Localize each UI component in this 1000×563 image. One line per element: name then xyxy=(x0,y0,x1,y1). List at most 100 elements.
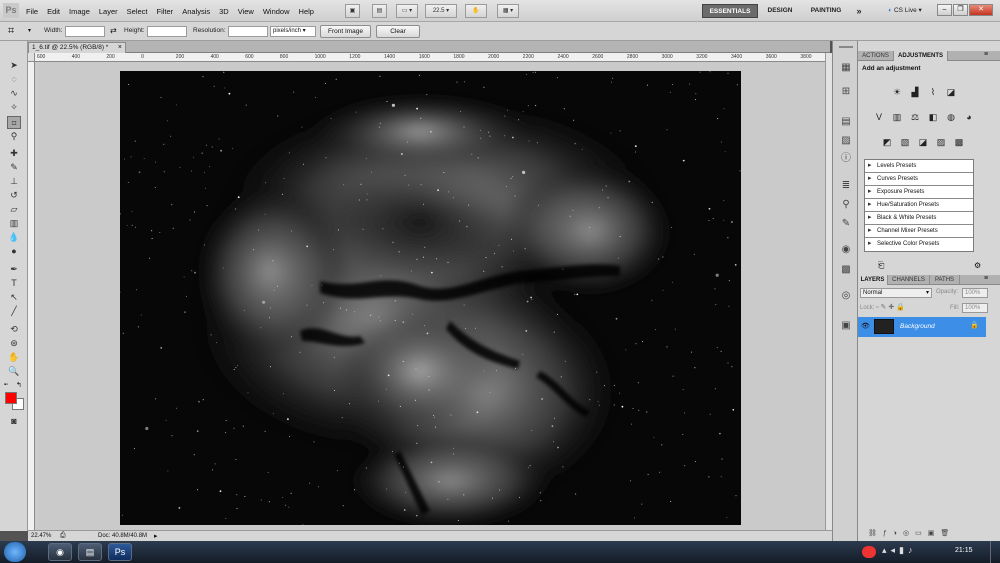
clone-source-icon[interactable]: ⚲ xyxy=(839,198,853,211)
system-tray-icons[interactable]: ▴◂▮♪ xyxy=(882,545,917,556)
return-to-list-icon[interactable]: ⎗ xyxy=(878,261,884,271)
crop-tool-icon[interactable]: ⌗ xyxy=(7,116,21,129)
menu-layer[interactable]: Layer xyxy=(99,7,118,16)
workspace-painting[interactable]: PAINTING xyxy=(805,4,847,18)
workspace-essentials[interactable]: ESSENTIALS xyxy=(702,4,758,18)
blend-mode-select[interactable]: Normal ▾ xyxy=(860,288,932,298)
preset-channel-mixer[interactable]: Channel Mixer Presets xyxy=(865,225,973,238)
tray-alert-icon[interactable] xyxy=(862,546,876,558)
marquee-tool-icon[interactable]: ◌ xyxy=(7,73,21,86)
threshold-icon[interactable]: ◪ xyxy=(916,136,930,148)
history-brush-tool-icon[interactable]: ↺ xyxy=(7,189,21,202)
exposure-icon[interactable]: ◪ xyxy=(944,86,958,98)
masks-icon[interactable]: ◎ xyxy=(839,289,853,302)
minimize-button[interactable]: – xyxy=(937,4,952,16)
default-colors-icon[interactable]: ▪▫ xyxy=(4,382,8,388)
channel-mixer-icon[interactable]: ◕ xyxy=(962,111,976,123)
close-button[interactable]: ✕ xyxy=(969,4,993,16)
menu-edit[interactable]: Edit xyxy=(47,7,60,16)
navigator-icon[interactable]: ⊞ xyxy=(839,85,853,98)
menu-select[interactable]: Select xyxy=(127,7,148,16)
taskbar-clock[interactable]: 21:15 xyxy=(955,547,973,554)
info-icon[interactable]: ⓘ xyxy=(839,152,853,165)
color-balance-icon[interactable]: ⚖ xyxy=(908,111,922,123)
levels-icon[interactable]: ▟ xyxy=(908,86,922,98)
line-tool-icon[interactable]: ╱ xyxy=(7,305,21,318)
tool-preset-dropdown[interactable]: ▾ xyxy=(28,27,31,34)
bridge-button[interactable]: ▣ xyxy=(345,4,360,18)
tab-layers[interactable]: LAYERS xyxy=(858,275,888,285)
resolution-units-select[interactable]: pixels/inch ▾ xyxy=(270,26,316,37)
blur-tool-icon[interactable]: 💧 xyxy=(7,231,21,244)
eyedropper-tool-icon[interactable]: ⚲ xyxy=(7,130,21,143)
canvas-area[interactable] xyxy=(35,62,830,530)
quick-selection-tool-icon[interactable]: ✧ xyxy=(7,101,21,114)
menu-3d[interactable]: 3D xyxy=(219,7,229,16)
image-icon[interactable]: ▨ xyxy=(839,134,853,147)
tab-actions[interactable]: ACTIONS xyxy=(858,51,894,61)
status-menu-icon[interactable]: ⎙ xyxy=(60,532,66,540)
menu-help[interactable]: Help xyxy=(299,7,314,16)
hue-saturation-icon[interactable]: ▥ xyxy=(890,111,904,123)
curves-icon[interactable]: ⌇ xyxy=(926,86,940,98)
adjustments-options-icon[interactable]: ⚙ xyxy=(974,261,981,270)
tab-adjustments[interactable]: ADJUSTMENTS xyxy=(894,51,948,61)
zoom-tool-icon[interactable]: 🔍 xyxy=(7,365,21,378)
menu-filter[interactable]: Filter xyxy=(157,7,174,16)
preset-levels[interactable]: Levels Presets xyxy=(865,160,973,173)
layers-footer-icons[interactable]: ⛓ƒ◑◎▭▣🗑 xyxy=(868,529,955,537)
preset-selective-color[interactable]: Selective Color Presets xyxy=(865,238,973,251)
close-tab-icon[interactable]: × xyxy=(118,43,122,53)
styles-icon[interactable]: ▣ xyxy=(839,319,853,332)
view-extras-button[interactable]: ▭ ▾ xyxy=(396,4,418,18)
workspace-design[interactable]: DESIGN xyxy=(762,4,798,18)
menu-view[interactable]: View xyxy=(238,7,254,16)
hand-tool-button[interactable]: ✋ xyxy=(465,4,487,18)
cs-live-button[interactable]: ◐ CS Live ▾ xyxy=(880,4,930,18)
layer-row-background[interactable]: 👁 Background 🔒 xyxy=(858,317,986,337)
brush-presets-icon[interactable]: ✎ xyxy=(839,217,853,230)
foreground-color-swatch[interactable] xyxy=(5,392,17,404)
gradient-tool-icon[interactable]: ▥ xyxy=(7,217,21,230)
menu-window[interactable]: Window xyxy=(263,7,290,16)
lock-icons[interactable]: ▫✎✚🔒 xyxy=(876,303,907,311)
swap-dimensions-icon[interactable]: ⇄ xyxy=(110,26,117,35)
visibility-eye-icon[interactable]: 👁 xyxy=(861,322,870,330)
fill-input[interactable]: 100% xyxy=(962,303,988,313)
brightness-contrast-icon[interactable]: ☀ xyxy=(890,86,904,98)
vertical-ruler[interactable] xyxy=(28,62,35,530)
swatches-icon[interactable]: ▩ xyxy=(839,263,853,276)
status-expand-icon[interactable]: ▸ xyxy=(154,532,158,540)
menu-analysis[interactable]: Analysis xyxy=(182,7,210,16)
move-tool-icon[interactable]: ➤ xyxy=(7,59,21,72)
crop-tool-icon[interactable]: ⌗ xyxy=(8,25,14,38)
color-icon[interactable]: ◉ xyxy=(839,243,853,256)
preset-black-white[interactable]: Black & White Presets xyxy=(865,212,973,225)
brushes-icon[interactable]: ≣ xyxy=(839,179,853,192)
gradient-map-icon[interactable]: ▨ xyxy=(934,136,948,148)
dock-grip[interactable] xyxy=(839,46,853,48)
photoshop-taskbar-icon[interactable]: Ps xyxy=(108,543,132,561)
healing-brush-tool-icon[interactable]: ✚ xyxy=(7,147,21,160)
workspace-more[interactable]: » xyxy=(852,4,866,18)
hand-tool-icon[interactable]: ✋ xyxy=(7,351,21,364)
layer-name[interactable]: Background xyxy=(900,323,935,330)
vertical-scrollbar[interactable] xyxy=(825,53,832,530)
layers-menu-icon[interactable]: ≡ xyxy=(984,275,988,282)
tab-paths[interactable]: PATHS xyxy=(930,275,960,285)
arrange-documents-button[interactable]: ▦ ▾ xyxy=(497,4,519,18)
invert-icon[interactable]: ◩ xyxy=(880,136,894,148)
document-tab[interactable]: 1_6.tif @ 22.5% (RGB/8) * × xyxy=(28,42,126,53)
vibrance-icon[interactable]: V xyxy=(872,111,886,123)
chrome-taskbar-icon[interactable]: ◉ xyxy=(48,543,72,561)
3d-orbit-tool-icon[interactable]: ⊛ xyxy=(7,337,21,350)
3d-rotate-tool-icon[interactable]: ⟲ xyxy=(7,323,21,336)
histogram-icon[interactable]: ▦ xyxy=(839,61,853,74)
clear-button[interactable]: Clear xyxy=(376,25,420,38)
resolution-input[interactable] xyxy=(228,26,268,37)
posterize-icon[interactable]: ▧ xyxy=(898,136,912,148)
clone-stamp-tool-icon[interactable]: ⊥ xyxy=(7,175,21,188)
zoom-status[interactable]: 22.47% xyxy=(31,533,51,539)
menu-image[interactable]: Image xyxy=(69,7,90,16)
preset-exposure[interactable]: Exposure Presets xyxy=(865,186,973,199)
